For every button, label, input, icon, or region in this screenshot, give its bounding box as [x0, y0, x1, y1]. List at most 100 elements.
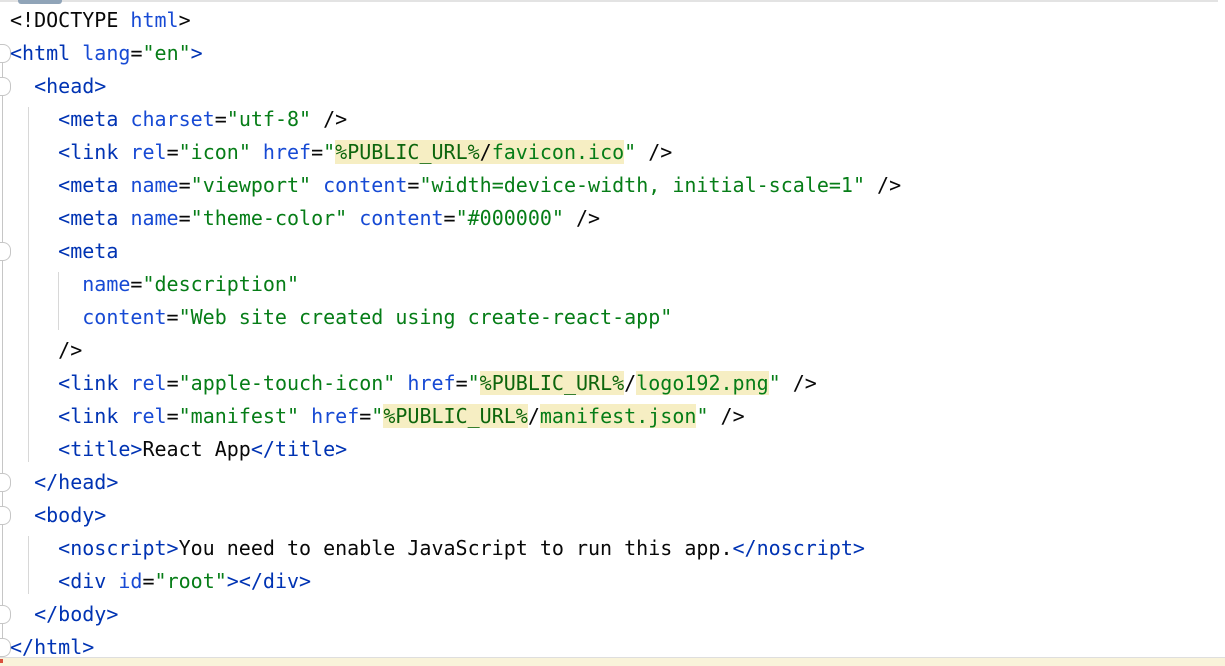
code-line: </head> — [0, 466, 1225, 499]
code-token: <html — [10, 41, 70, 65]
code-area[interactable]: <!DOCTYPE html><html lang="en"> <head> <… — [0, 4, 1225, 656]
code-token: id — [118, 569, 142, 593]
code-token: <link — [58, 404, 118, 428]
code-token: charset — [130, 107, 214, 131]
code-token: = — [456, 371, 468, 395]
code-token: <link — [58, 371, 118, 395]
code-token: href — [263, 140, 311, 164]
code-line: <title>React App</title> — [0, 433, 1225, 466]
code-token: html — [130, 8, 178, 32]
code-token: React App — [142, 437, 250, 461]
code-token — [10, 74, 34, 98]
code-token: > — [191, 41, 203, 65]
code-token: name — [82, 272, 130, 296]
code-token — [10, 272, 82, 296]
bottom-band — [0, 658, 1225, 666]
code-token: href — [407, 371, 455, 395]
code-token: = — [179, 206, 191, 230]
code-token: ></div> — [227, 569, 311, 593]
code-line: <link rel="manifest" href="%PUBLIC_URL%/… — [0, 400, 1225, 433]
code-token: /> — [10, 338, 82, 362]
code-line: <meta charset="utf-8" /> — [0, 103, 1225, 136]
code-token: /> — [564, 206, 600, 230]
code-token — [118, 173, 130, 197]
code-token — [10, 239, 58, 263]
code-token: /> — [311, 107, 347, 131]
code-line: <html lang="en"> — [0, 37, 1225, 70]
code-token — [10, 140, 58, 164]
code-token: "Web site created using create-react-app… — [179, 305, 673, 329]
code-line: <div id="root"></div> — [0, 565, 1225, 598]
code-token: <meta — [58, 239, 118, 263]
code-token — [10, 536, 58, 560]
code-token: "utf-8" — [227, 107, 311, 131]
code-token: = — [407, 173, 419, 197]
code-token: <!DOCTYPE — [10, 8, 130, 32]
code-token: " — [624, 140, 636, 164]
code-line: <head> — [0, 70, 1225, 103]
code-token: content — [323, 173, 407, 197]
code-token: " — [696, 404, 708, 428]
code-token — [311, 173, 323, 197]
code-token: "apple-touch-icon" — [179, 371, 396, 395]
code-token: "width=device-width, initial-scale=1" — [419, 173, 865, 197]
code-token — [251, 140, 263, 164]
indent-guide — [58, 272, 59, 330]
code-token — [10, 305, 82, 329]
code-token: "root" — [155, 569, 227, 593]
code-token — [106, 569, 118, 593]
code-token: "description" — [142, 272, 299, 296]
highlighted-token: favicon.ico — [492, 140, 624, 164]
code-token — [118, 404, 130, 428]
code-token: content — [82, 305, 166, 329]
code-token — [10, 206, 58, 230]
code-token: = — [130, 41, 142, 65]
code-token: = — [215, 107, 227, 131]
code-token — [118, 107, 130, 131]
code-token: = — [359, 404, 371, 428]
code-line: <noscript>You need to enable JavaScript … — [0, 532, 1225, 565]
highlighted-token: %PUBLIC_URL% — [335, 140, 480, 164]
code-token: href — [311, 404, 359, 428]
code-token: </noscript> — [732, 536, 864, 560]
code-token: <meta — [58, 206, 118, 230]
code-line: /> — [0, 334, 1225, 367]
code-token — [118, 206, 130, 230]
code-token: / — [528, 404, 540, 428]
code-line: <body> — [0, 499, 1225, 532]
code-token — [10, 173, 58, 197]
code-token — [10, 437, 58, 461]
code-line: <meta name="theme-color" content="#00000… — [0, 202, 1225, 235]
code-line: <meta name="viewport" content="width=dev… — [0, 169, 1225, 202]
code-line: <meta — [0, 235, 1225, 268]
code-token: content — [359, 206, 443, 230]
code-token: = — [167, 305, 179, 329]
code-token — [70, 41, 82, 65]
code-token: = — [142, 569, 154, 593]
highlighted-token: logo192.png — [636, 371, 768, 395]
code-token: <head> — [34, 74, 106, 98]
code-token: /> — [781, 371, 817, 395]
code-token — [10, 371, 58, 395]
code-token: = — [130, 272, 142, 296]
code-token: " — [371, 404, 383, 428]
code-token — [10, 602, 34, 626]
highlighted-token: / — [480, 140, 492, 164]
code-token: "en" — [142, 41, 190, 65]
code-token: = — [167, 404, 179, 428]
code-token: <link — [58, 140, 118, 164]
code-token: /> — [636, 140, 672, 164]
code-token: "theme-color" — [191, 206, 348, 230]
code-token: = — [444, 206, 456, 230]
editor-window: { "palette":{ "plain":"#080808", "tag":"… — [0, 0, 1225, 666]
code-token: <div — [58, 569, 106, 593]
code-token: rel — [130, 140, 166, 164]
code-token — [10, 569, 58, 593]
code-token — [347, 206, 359, 230]
code-token — [10, 404, 58, 428]
code-token: <noscript> — [58, 536, 178, 560]
code-token: = — [167, 140, 179, 164]
code-line: <!DOCTYPE html> — [0, 4, 1225, 37]
indent-guide — [28, 107, 29, 462]
code-token — [395, 371, 407, 395]
